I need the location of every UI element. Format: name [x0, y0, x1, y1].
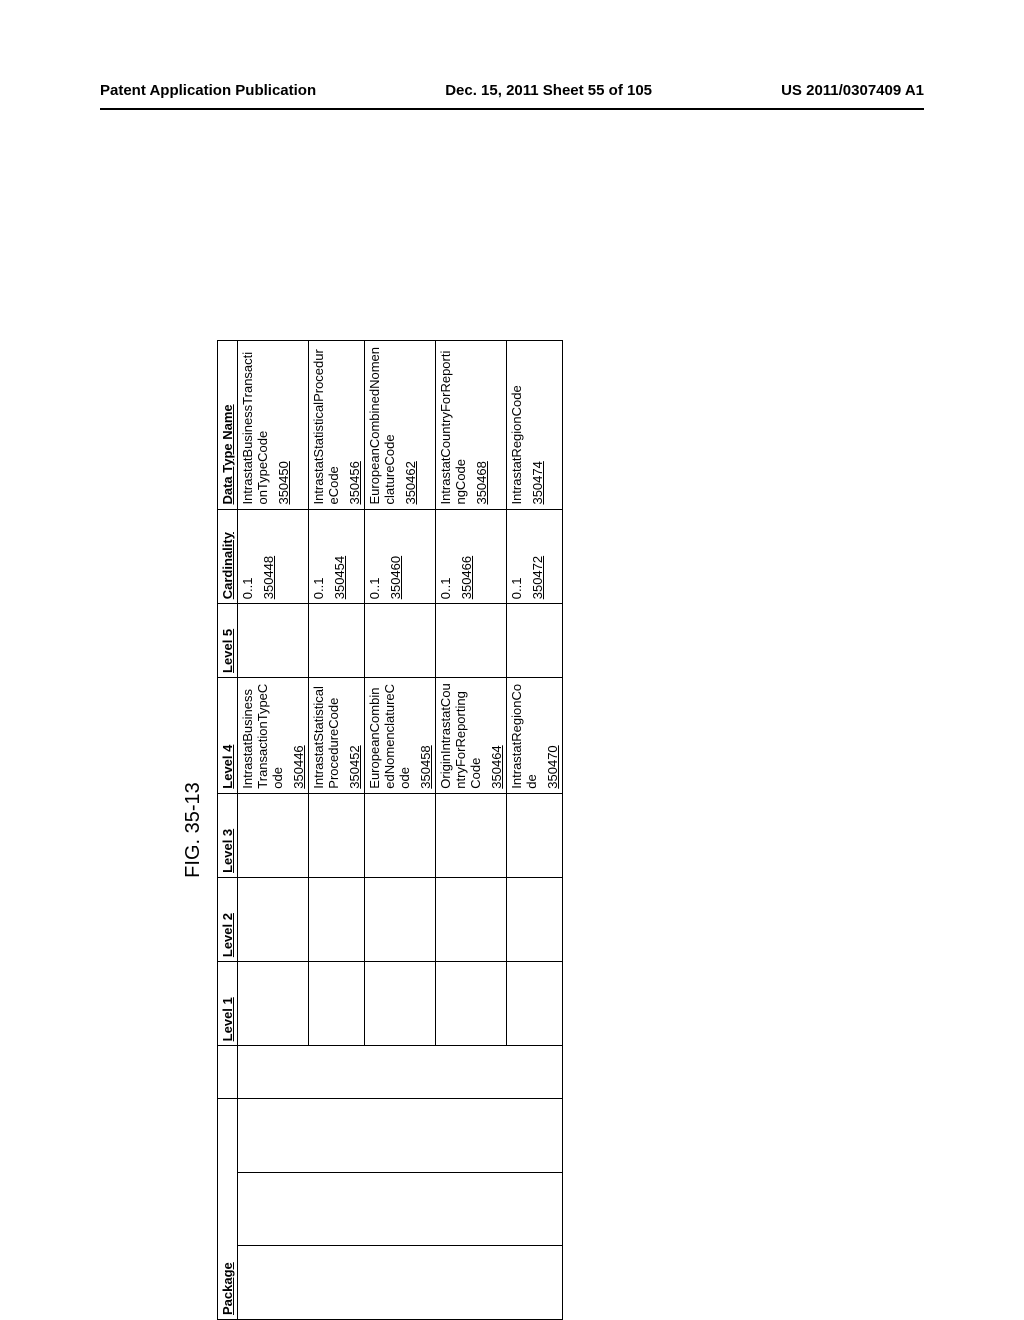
patent-page: Patent Application Publication Dec. 15, … [0, 0, 1024, 1320]
level4-text: IntrastatBusinessTransactionTypeCode [240, 682, 285, 789]
col-datatype: Data Type Name [218, 341, 238, 510]
level4-ref: 350458 [418, 682, 433, 789]
col-level3: Level 3 [218, 793, 238, 877]
level4-ref: 350452 [347, 682, 362, 789]
datatype-ref: 350456 [347, 345, 362, 505]
col-level2: Level 2 [218, 877, 238, 961]
cell-cardinality: 0..1 350460 [365, 509, 436, 604]
datatype-text: IntrastatBusinessTransactionTypeCode [240, 345, 270, 505]
cell-level2 [507, 877, 563, 961]
cell-datatype: IntrastatBusinessTransactionTypeCode 350… [238, 341, 309, 510]
cell-level2 [238, 877, 309, 961]
cell-level3 [309, 793, 365, 877]
datatype-text: IntrastatRegionCode [509, 345, 524, 505]
cell-datatype: IntrastatStatisticalProcedureCode 350456 [309, 341, 365, 510]
cell-level1 [436, 962, 507, 1046]
cell-level1 [309, 962, 365, 1046]
header-rule [100, 108, 924, 110]
cell-datatype: IntrastatRegionCode 350474 [507, 341, 563, 510]
table-body: IntrastatBusinessTransactionTypeCode 350… [238, 341, 563, 1320]
cardinality-text: 0..1 [367, 514, 382, 600]
datatype-text: IntrastatStatisticalProcedureCode [311, 345, 341, 505]
cell-level5 [507, 604, 563, 678]
page-header: Patent Application Publication Dec. 15, … [100, 82, 924, 99]
cell-package-a [238, 1246, 563, 1320]
cardinality-ref: 350454 [332, 514, 347, 600]
cardinality-text: 0..1 [438, 514, 453, 600]
level4-ref: 350470 [545, 682, 560, 789]
cell-level4: IntrastatStatisticalProcedureCode 350452 [309, 677, 365, 793]
cardinality-text: 0..1 [240, 514, 255, 600]
spec-table: Package Level 1 Level 2 Level 3 Level 4 … [217, 340, 563, 1320]
col-package: Package [218, 1098, 238, 1319]
cardinality-ref: 350448 [261, 514, 276, 600]
level4-text: EuropeanCombinedNomenclatureCode [367, 682, 412, 789]
cardinality-ref: 350460 [388, 514, 403, 600]
cell-package-c [238, 1098, 563, 1172]
figure-title: FIG. 35-13 [182, 340, 205, 1320]
cell-level1 [507, 962, 563, 1046]
level4-ref: 350446 [291, 682, 306, 789]
cardinality-ref: 350472 [530, 514, 545, 600]
col-blank [218, 1046, 238, 1099]
cell-blank [238, 1046, 563, 1099]
datatype-ref: 350450 [276, 345, 291, 505]
col-cardinality: Cardinality [218, 509, 238, 604]
datatype-ref: 350462 [403, 345, 418, 505]
cell-cardinality: 0..1 350472 [507, 509, 563, 604]
col-level5: Level 5 [218, 604, 238, 678]
header-right: US 2011/0307409 A1 [781, 82, 924, 99]
cell-level4: IntrastatBusinessTransactionTypeCode 350… [238, 677, 309, 793]
level4-ref: 350464 [489, 682, 504, 789]
table-header-row: Package Level 1 Level 2 Level 3 Level 4 … [218, 341, 238, 1320]
cell-level5 [238, 604, 309, 678]
table-row: IntrastatBusinessTransactionTypeCode 350… [238, 341, 309, 1320]
cell-cardinality: 0..1 350466 [436, 509, 507, 604]
cell-level3 [436, 793, 507, 877]
figure-area: FIG. 35-13 Package Level 1 Level 2 [100, 170, 924, 1170]
cell-level1 [238, 962, 309, 1046]
cell-level3 [507, 793, 563, 877]
cell-level3 [365, 793, 436, 877]
col-level1: Level 1 [218, 962, 238, 1046]
col-level4: Level 4 [218, 677, 238, 793]
cell-level3 [238, 793, 309, 877]
cell-level5 [436, 604, 507, 678]
cell-level2 [436, 877, 507, 961]
datatype-text: EuropeanCombinedNomenclatureCode [367, 345, 397, 505]
cell-datatype: IntrastatCountryForReportingCode 350468 [436, 341, 507, 510]
cardinality-text: 0..1 [311, 514, 326, 600]
cell-level5 [309, 604, 365, 678]
header-left: Patent Application Publication [100, 82, 316, 99]
datatype-ref: 350468 [474, 345, 489, 505]
cell-level1 [365, 962, 436, 1046]
cell-level4: EuropeanCombinedNomenclatureCode 350458 [365, 677, 436, 793]
datatype-ref: 350474 [530, 345, 545, 505]
cell-level2 [309, 877, 365, 961]
datatype-text: IntrastatCountryForReportingCode [438, 345, 468, 505]
cell-package-b [238, 1172, 563, 1246]
cell-level2 [365, 877, 436, 961]
cell-level4: IntrastatRegionCode 350470 [507, 677, 563, 793]
cell-cardinality: 0..1 350454 [309, 509, 365, 604]
cell-level4: OriginIntrastatCountryForReportingCode 3… [436, 677, 507, 793]
level4-text: OriginIntrastatCountryForReportingCode [438, 682, 483, 789]
cardinality-ref: 350466 [459, 514, 474, 600]
cardinality-text: 0..1 [509, 514, 524, 600]
cell-datatype: EuropeanCombinedNomenclatureCode 350462 [365, 341, 436, 510]
cell-cardinality: 0..1 350448 [238, 509, 309, 604]
level4-text: IntrastatStatisticalProcedureCode [311, 682, 341, 789]
level4-text: IntrastatRegionCode [509, 682, 539, 789]
cell-level5 [365, 604, 436, 678]
header-center: Dec. 15, 2011 Sheet 55 of 105 [445, 82, 652, 99]
